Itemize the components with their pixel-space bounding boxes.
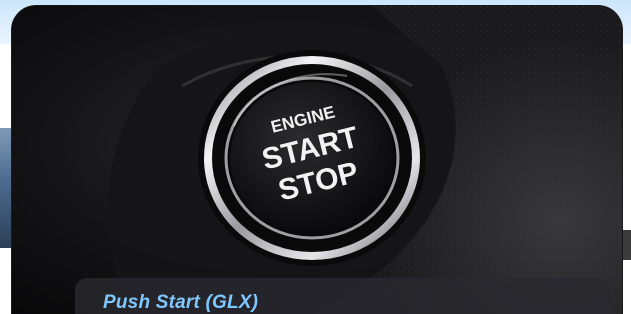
caption-panel: Push Start (GLX) [75, 278, 612, 314]
background-strip-left [0, 128, 12, 248]
engine-start-button-photo: ENGINE START STOP [12, 6, 622, 314]
background-strip-right [623, 230, 631, 260]
feature-photo: ENGINE START STOP Push Start (GLX) [12, 6, 622, 314]
caption-title: Push Start (GLX) [103, 292, 259, 313]
